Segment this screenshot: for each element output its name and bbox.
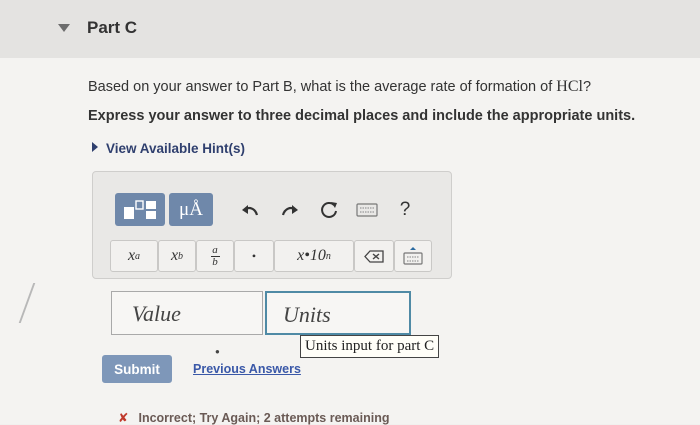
redo-icon [281, 205, 298, 216]
question-text: Based on your answer to Part B, what is … [88, 78, 591, 96]
collapse-arrow-icon[interactable] [58, 24, 70, 32]
subscript-sub: b [178, 250, 184, 262]
dot-button[interactable]: • [234, 240, 274, 272]
fraction-denominator: b [212, 255, 218, 268]
question-suffix: ? [582, 79, 592, 95]
scientific-notation-button[interactable]: x•10 n [274, 240, 354, 272]
reset-button[interactable] [315, 196, 343, 224]
fraction-button[interactable]: a b [196, 240, 234, 272]
question-prefix: Based on your answer to Part B, what is … [88, 79, 557, 95]
previous-answers-link[interactable]: Previous Answers [193, 362, 301, 376]
delete-button[interactable] [354, 240, 394, 272]
feedback-message: ✘ Incorrect; Try Again; 2 attempts remain… [118, 410, 389, 425]
keyboard-toggle-button[interactable] [394, 240, 432, 272]
units-button[interactable]: μÅ [169, 193, 213, 226]
units-tooltip: Units input for part C [300, 335, 440, 358]
value-input[interactable]: Value [111, 291, 263, 335]
units-input[interactable]: Units [265, 291, 411, 335]
small-dot: ● [215, 347, 220, 356]
subscript-button[interactable]: xb [158, 240, 196, 272]
sci-notation-exp: n [325, 250, 331, 262]
superscript-button[interactable]: xa [110, 240, 158, 272]
submit-button[interactable]: Submit [102, 355, 172, 383]
question-species: HCl [556, 78, 583, 95]
keyboard-button[interactable] [353, 196, 381, 224]
superscript-base: x [127, 247, 136, 264]
redo-button[interactable] [276, 196, 304, 224]
reset-icon [321, 202, 337, 218]
keyboard-toggle-icon [403, 247, 423, 265]
value-placeholder: Value [132, 301, 181, 326]
subscript-base: x [170, 247, 179, 264]
undo-icon [242, 205, 259, 216]
units-placeholder: Units [283, 302, 331, 327]
keyboard-icon [356, 203, 378, 217]
help-button[interactable]: ? [391, 196, 419, 224]
backspace-icon [364, 249, 384, 263]
templates-button[interactable] [115, 193, 165, 226]
fraction-numerator: a [212, 243, 218, 256]
sci-notation-base: x•10 [297, 247, 326, 264]
part-title: Part C [87, 18, 138, 37]
view-hints-link[interactable]: View Available Hint(s) [92, 141, 245, 156]
superscript-exp: a [135, 250, 141, 262]
templates-icon [124, 199, 156, 219]
feedback-text: Incorrect; Try Again; 2 attempts remaini… [138, 411, 390, 425]
instruction-text: Express your answer to three decimal pla… [88, 108, 636, 124]
undo-button[interactable] [236, 196, 264, 224]
incorrect-x-icon: ✘ [118, 411, 129, 425]
expand-arrow-icon [92, 142, 98, 152]
view-hints-label: View Available Hint(s) [106, 141, 246, 156]
